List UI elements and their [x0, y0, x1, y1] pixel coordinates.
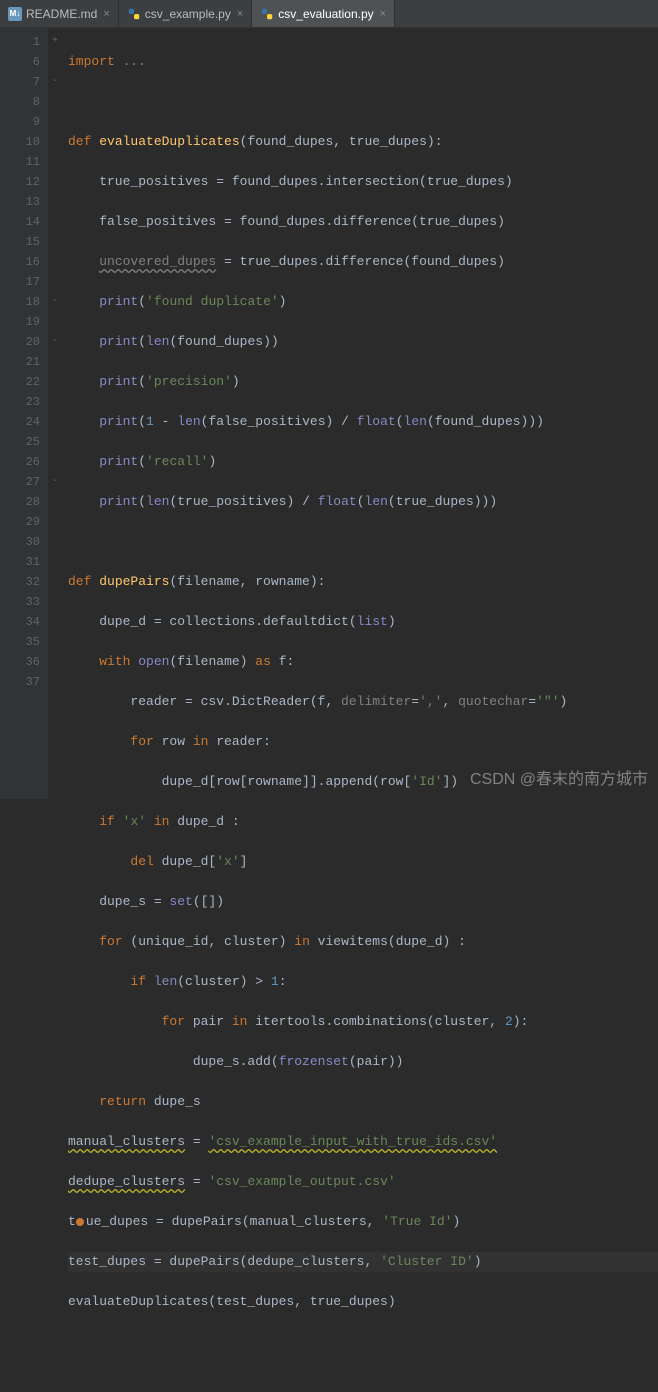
code-line: evaluateDuplicates(test_dupes, true_dupe… [68, 1292, 658, 1312]
code-line: dupe_d[row[rowname]].append(row['Id']) [68, 772, 658, 792]
code-line: manual_clusters = 'csv_example_input_wit… [68, 1132, 658, 1152]
fold-toggle[interactable]: - [48, 292, 62, 312]
close-icon[interactable]: × [103, 8, 109, 20]
code-line: dedupe_clusters = 'csv_example_output.cs… [68, 1172, 658, 1192]
code-line: for (unique_id, cluster) in viewitems(du… [68, 932, 658, 952]
code-line: tue_dupes = dupePairs(manual_clusters, '… [68, 1212, 658, 1232]
code-line: print(1 - len(false_positives) / float(l… [68, 412, 658, 432]
code-line: print(len(true_positives) / float(len(tr… [68, 492, 658, 512]
breakpoint-icon[interactable] [76, 1218, 84, 1226]
editor-tabs: M↓ README.md × csv_example.py × csv_eval… [0, 0, 658, 28]
code-line: reader = csv.DictReader(f, delimiter=','… [68, 692, 658, 712]
code-line: if 'x' in dupe_d : [68, 812, 658, 832]
fold-toggle[interactable]: - [48, 472, 62, 492]
code-line: dupe_s = set([]) [68, 892, 658, 912]
code-line: del dupe_d['x'] [68, 852, 658, 872]
code-line: for row in reader: [68, 732, 658, 752]
code-line: import ... [68, 52, 658, 72]
tab-readme[interactable]: M↓ README.md × [0, 0, 119, 27]
code-line: def dupePairs(filename, rowname): [68, 572, 658, 592]
tab-csv-evaluation[interactable]: csv_evaluation.py × [252, 0, 395, 27]
code-line: def evaluateDuplicates(found_dupes, true… [68, 132, 658, 152]
code-line: uncovered_dupes = true_dupes.difference(… [68, 252, 658, 272]
code-line: print('precision') [68, 372, 658, 392]
fold-toggle[interactable]: + [48, 32, 62, 52]
close-icon[interactable]: × [237, 8, 243, 20]
tab-label: csv_example.py [145, 7, 231, 21]
code-line: print('found duplicate') [68, 292, 658, 312]
line-number-gutter: 1 6 7 8 9 10 11 12 13 14 15 16 17 18 19 … [0, 28, 48, 799]
fold-toggle[interactable]: - [48, 72, 62, 92]
code-line: false_positives = found_dupes.difference… [68, 212, 658, 232]
code-editor[interactable]: 1 6 7 8 9 10 11 12 13 14 15 16 17 18 19 … [0, 28, 658, 799]
code-line: test_dupes = dupePairs(dedupe_clusters, … [68, 1252, 658, 1272]
code-line: true_positives = found_dupes.intersectio… [68, 172, 658, 192]
tab-label: csv_evaluation.py [278, 7, 373, 21]
fold-gutter: + - - - - [48, 28, 62, 799]
markdown-icon: M↓ [8, 7, 22, 21]
code-line: print(len(found_dupes)) [68, 332, 658, 352]
close-icon[interactable]: × [380, 8, 386, 20]
tab-label: README.md [26, 7, 97, 21]
tab-csv-example[interactable]: csv_example.py × [119, 0, 252, 27]
code-line: print('recall') [68, 452, 658, 472]
code-line: return dupe_s [68, 1092, 658, 1112]
python-icon [260, 7, 274, 21]
code-area[interactable]: import ... def evaluateDuplicates(found_… [62, 28, 658, 799]
code-line: with open(filename) as f: [68, 652, 658, 672]
code-line: for pair in itertools.combinations(clust… [68, 1012, 658, 1032]
fold-toggle[interactable]: - [48, 332, 62, 352]
code-line: dupe_s.add(frozenset(pair)) [68, 1052, 658, 1072]
python-icon [127, 7, 141, 21]
code-line: dupe_d = collections.defaultdict(list) [68, 612, 658, 632]
code-line: if len(cluster) > 1: [68, 972, 658, 992]
